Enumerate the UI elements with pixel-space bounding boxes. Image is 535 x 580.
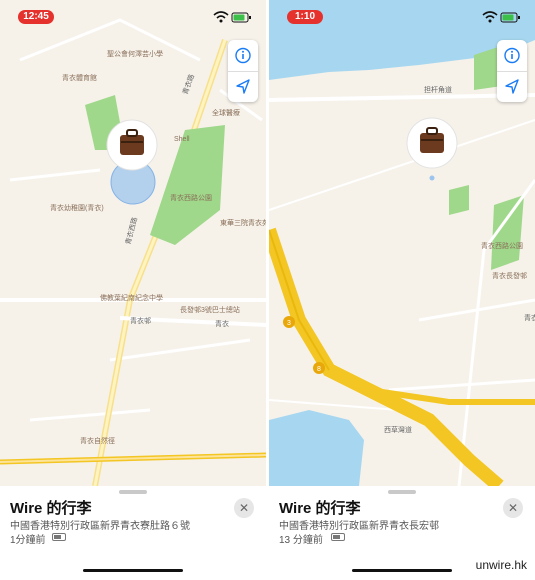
- sheet-grabber[interactable]: [388, 490, 416, 494]
- item-detail-sheet: Wire 的行李 中國香港特別行政區新界青衣寮肚路６號 1分鐘前 ✕: [0, 486, 266, 580]
- wifi-icon: [482, 11, 498, 23]
- status-time: 1:10: [287, 10, 323, 24]
- item-title: Wire 的行李: [10, 500, 92, 517]
- item-last-seen: 13 分鐘前: [279, 535, 323, 546]
- item-detail-sheet: Wire 的行李 中國香港特別行政區新界青衣長宏邨 13 分鐘前 ✕ unwir…: [269, 486, 535, 580]
- map-label-shell: Shell: [174, 136, 190, 143]
- wifi-icon: [213, 11, 229, 23]
- item-battery-fill: [333, 535, 340, 539]
- info-icon: [504, 47, 520, 64]
- map-label-road-east: 青衣西路: [524, 313, 535, 322]
- status-icons: [213, 11, 251, 23]
- item-battery-icon: [52, 533, 66, 541]
- map-label-district: 青衣: [215, 319, 229, 328]
- home-indicator[interactable]: [83, 569, 183, 572]
- map-controls: [497, 40, 527, 102]
- route-marker-8: 8: [317, 366, 321, 373]
- map-view-left[interactable]: 聖公會何澤芸小學 青衣體育館 青衣幼稚園(青衣) 佛教葉紀南紀念中學 Shell…: [0, 0, 266, 486]
- map-label-estate: 青衣長發邨: [492, 271, 527, 280]
- map-label-police: 全球醫療: [212, 108, 240, 117]
- map-label-park: 青衣西路公園: [170, 193, 212, 202]
- phone-screen-left: 聖公會何澤芸小學 青衣體育館 青衣幼稚園(青衣) 佛教葉紀南紀念中學 Shell…: [0, 0, 266, 580]
- map-label-road-bottom: 西草灣道: [384, 425, 412, 434]
- sheet-grabber[interactable]: [119, 490, 147, 494]
- route-marker-3: 3: [287, 320, 291, 327]
- battery-icon: [500, 12, 520, 23]
- item-last-seen: 1分鐘前: [10, 535, 46, 546]
- status-time: 12:45: [18, 10, 54, 24]
- info-button[interactable]: [497, 40, 527, 72]
- map-label-secondary-school: 佛教葉紀南紀念中學: [100, 293, 163, 302]
- close-button[interactable]: ✕: [503, 498, 523, 518]
- map-label-estate: 東華三院青衣苑: [220, 218, 266, 227]
- info-icon: [235, 47, 251, 64]
- item-title: Wire 的行李: [279, 500, 361, 517]
- map-label-garden: 青衣自然徑: [80, 436, 115, 445]
- item-address: 中國香港特別行政區新界青衣寮肚路６號: [10, 521, 190, 532]
- map-view-right[interactable]: 3 8 担杆角道 青衣西路公園 青衣長發邨 青衣西路 西草灣道: [269, 0, 535, 486]
- map-label-primary-school: 聖公會何澤芸小學: [107, 49, 163, 58]
- info-button[interactable]: [228, 40, 258, 72]
- map-label-kindergarten: 青衣幼稚園(青衣): [50, 203, 104, 212]
- home-indicator[interactable]: [352, 569, 452, 572]
- map-label-bus-terminus: 長發邨3號巴士總站: [180, 305, 240, 314]
- map-label-road-top: 担杆角道: [424, 85, 452, 94]
- item-battery-icon: [331, 533, 345, 541]
- battery-icon: [231, 12, 251, 23]
- status-icons: [482, 11, 520, 23]
- status-bar: 12:45: [0, 0, 266, 32]
- watermark: unwire.hk: [475, 558, 527, 572]
- close-button[interactable]: ✕: [234, 498, 254, 518]
- location-arrow-icon: [236, 79, 250, 94]
- item-battery-fill: [54, 535, 61, 539]
- map-label-sports-centre: 青衣體育館: [62, 73, 97, 82]
- map-controls: [228, 40, 258, 102]
- locate-button[interactable]: [497, 71, 527, 102]
- map-label-estate-court: 青衣邨: [130, 316, 151, 325]
- location-arrow-icon: [505, 79, 519, 94]
- locate-button[interactable]: [228, 71, 258, 102]
- status-bar: 1:10: [269, 0, 535, 32]
- phone-screen-right: 3 8 担杆角道 青衣西路公園 青衣長發邨 青衣西路 西草灣道 1:10: [269, 0, 535, 580]
- item-address: 中國香港特別行政區新界青衣長宏邨: [279, 521, 439, 532]
- map-label-park: 青衣西路公園: [481, 241, 523, 250]
